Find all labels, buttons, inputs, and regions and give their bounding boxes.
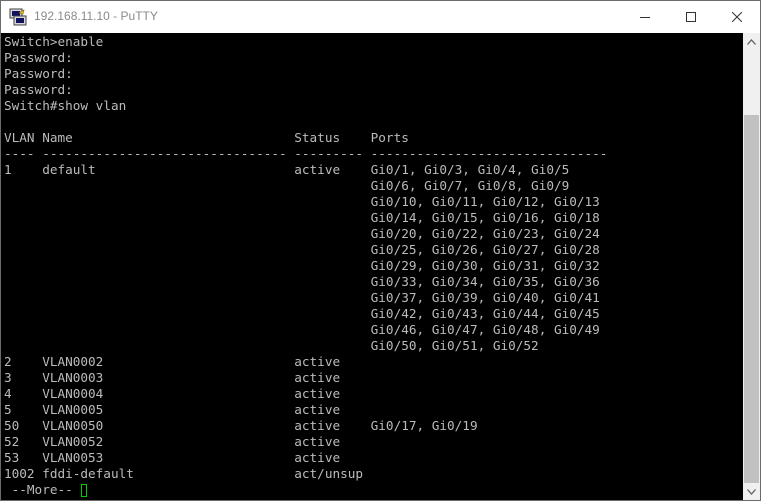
more-prompt: --More-- xyxy=(4,482,73,497)
terminal-line: ---- -------------------------------- --… xyxy=(4,146,608,161)
terminal-line: Password: xyxy=(4,50,73,65)
putty-app-icon[interactable] xyxy=(9,8,27,26)
terminal-output: Switch>enable Password: Password: Password:… xyxy=(4,34,607,498)
terminal-line: Gi0/6, Gi0/7, Gi0/8, Gi0/9 xyxy=(4,178,570,193)
terminal-line: Gi0/20, Gi0/22, Gi0/23, Gi0/24 xyxy=(4,226,600,241)
terminal-line: Gi0/33, Gi0/34, Gi0/35, Gi0/36 xyxy=(4,274,600,289)
scroll-down-button[interactable] xyxy=(743,483,760,500)
terminal-line: Switch>enable xyxy=(4,34,104,49)
vertical-scrollbar[interactable] xyxy=(743,33,760,500)
scroll-up-arrow-icon xyxy=(747,38,756,45)
scroll-up-button[interactable] xyxy=(743,33,760,50)
maximize-button[interactable] xyxy=(668,1,714,32)
window-title: 192.168.11.10 - PuTTY xyxy=(34,9,158,23)
terminal-line: 50 VLAN0050 active Gi0/17, Gi0/19 xyxy=(4,418,478,433)
close-button[interactable] xyxy=(714,1,760,32)
terminal-line: Password: xyxy=(4,82,73,97)
terminal-line: 5 VLAN0005 active xyxy=(4,402,341,417)
maximize-icon xyxy=(686,11,696,22)
terminal-line: 2 VLAN0002 active xyxy=(4,354,341,369)
terminal-line: 1 default active Gi0/1, Gi0/3, Gi0/4, Gi… xyxy=(4,162,570,177)
putty-window: 192.168.11.10 - PuTTY Switch>enable Passw… xyxy=(0,0,761,501)
close-icon xyxy=(732,11,742,22)
terminal-area[interactable]: Switch>enable Password: Password: Password:… xyxy=(1,33,743,500)
minimize-button[interactable] xyxy=(622,1,668,32)
terminal-line: VLAN Name Status Ports xyxy=(4,130,409,145)
terminal-line: 52 VLAN0052 active xyxy=(4,434,341,449)
terminal-line: Gi0/46, Gi0/47, Gi0/48, Gi0/49 xyxy=(4,322,600,337)
title-bar[interactable]: 192.168.11.10 - PuTTY xyxy=(1,1,760,32)
terminal-cursor xyxy=(80,483,87,497)
terminal-line: 1002 fddi-default act/unsup xyxy=(4,466,364,481)
scrollbar-thumb[interactable] xyxy=(744,115,759,483)
terminal-line: Gi0/37, Gi0/39, Gi0/40, Gi0/41 xyxy=(4,290,600,305)
terminal-line: 4 VLAN0004 active xyxy=(4,386,341,401)
terminal-line: Gi0/10, Gi0/11, Gi0/12, Gi0/13 xyxy=(4,194,600,209)
terminal-line: Gi0/42, Gi0/43, Gi0/44, Gi0/45 xyxy=(4,306,600,321)
terminal-line: 3 VLAN0003 active xyxy=(4,370,341,385)
terminal-line: Gi0/25, Gi0/26, Gi0/27, Gi0/28 xyxy=(4,242,600,257)
terminal-line: Gi0/29, Gi0/30, Gi0/31, Gi0/32 xyxy=(4,258,600,273)
terminal-line: Gi0/14, Gi0/15, Gi0/16, Gi0/18 xyxy=(4,210,600,225)
scroll-down-arrow-icon xyxy=(747,488,756,495)
terminal-line: Password: xyxy=(4,66,73,81)
terminal-line: Gi0/50, Gi0/51, Gi0/52 xyxy=(4,338,539,353)
terminal-line: 53 VLAN0053 active xyxy=(4,450,341,465)
more-prompt-line: --More-- xyxy=(4,482,607,498)
terminal-line: Switch#show vlan xyxy=(4,98,127,113)
minimize-icon xyxy=(640,16,650,18)
